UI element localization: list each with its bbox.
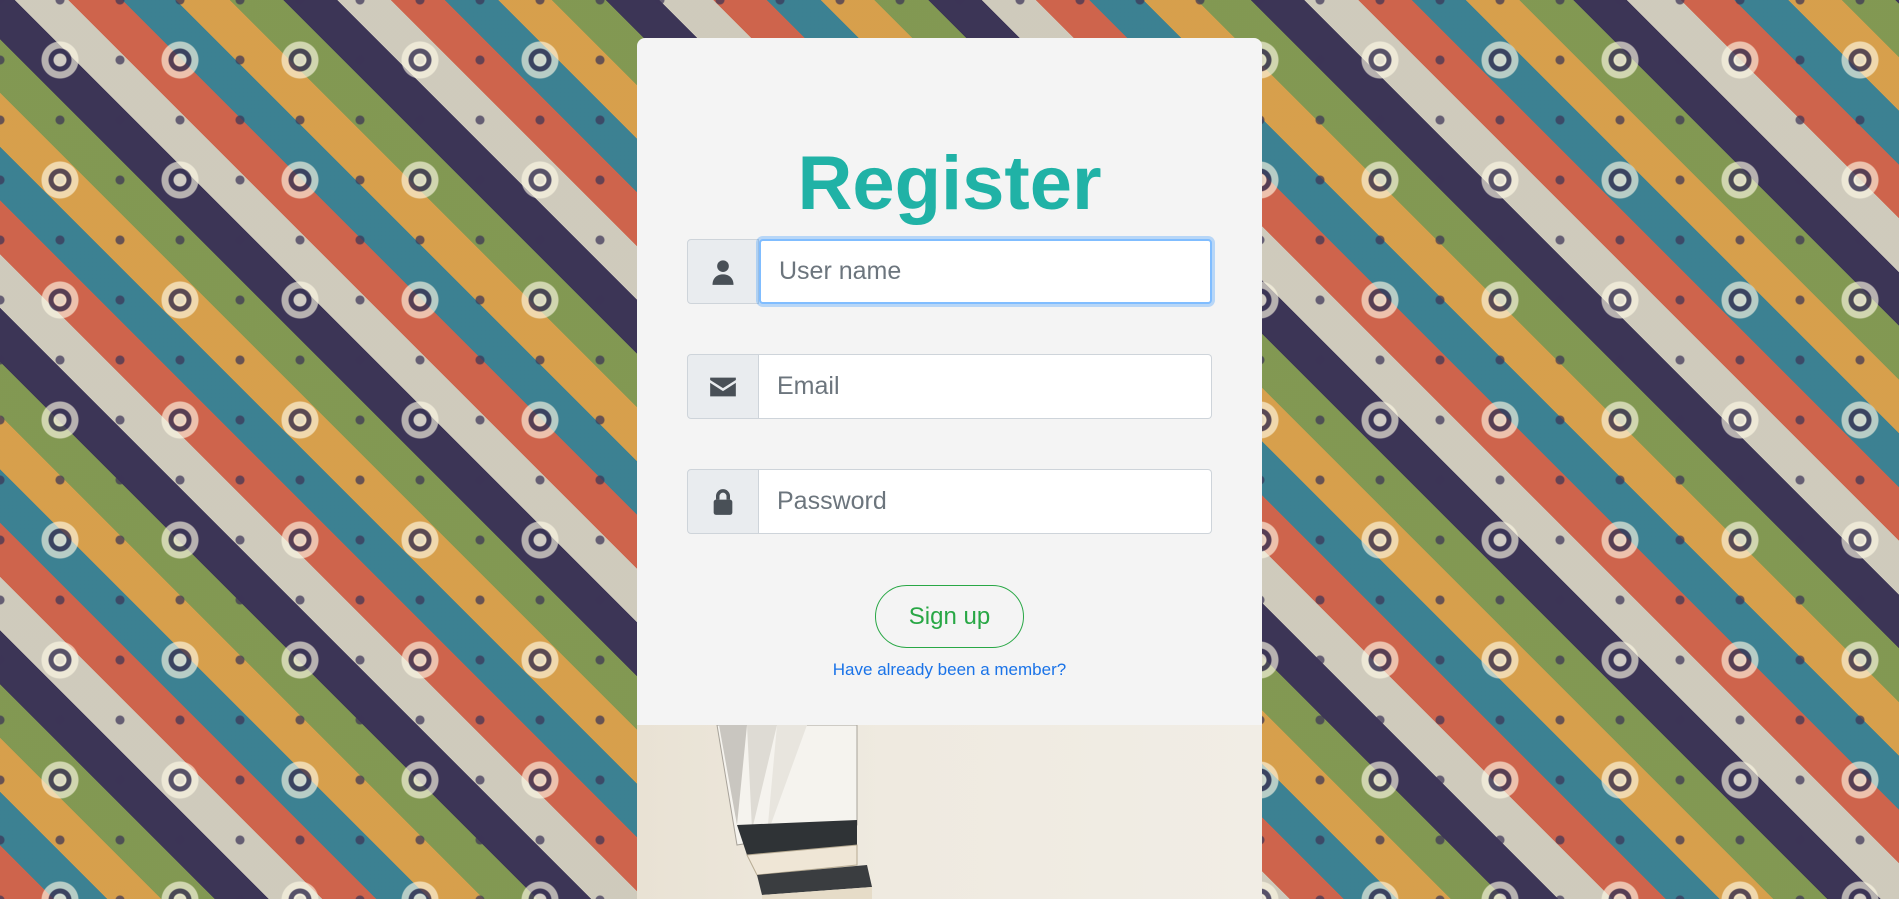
- member-login-link[interactable]: Have already been a member?: [637, 660, 1262, 680]
- page-title: Register: [797, 141, 1102, 226]
- envelope-icon: [687, 354, 759, 419]
- register-card: Register Sign up Have already been a mem…: [637, 38, 1262, 899]
- lock-icon: [687, 469, 759, 534]
- username-group: [687, 239, 1212, 304]
- signup-button[interactable]: Sign up: [875, 585, 1024, 648]
- email-group: [687, 354, 1212, 419]
- password-group: [687, 469, 1212, 534]
- user-icon: [687, 239, 759, 304]
- books-photo: [637, 725, 1262, 899]
- username-input[interactable]: [759, 239, 1212, 304]
- password-input[interactable]: [759, 469, 1212, 534]
- email-input[interactable]: [759, 354, 1212, 419]
